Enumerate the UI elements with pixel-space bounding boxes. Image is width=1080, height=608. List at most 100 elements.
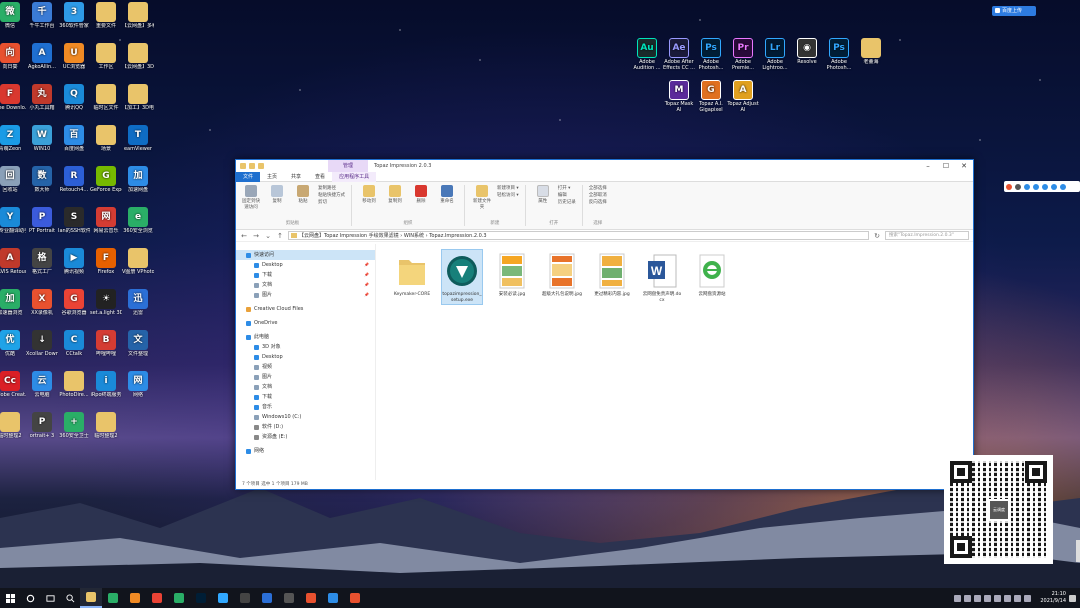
ime-toolbar[interactable] bbox=[1004, 181, 1080, 192]
desktop-icon[interactable]: Ps Adobe Photosh... bbox=[695, 38, 727, 71]
desktop-icon[interactable]: 丸小丸工具箱 bbox=[26, 84, 58, 111]
desktop-icon[interactable]: 【云网盘】多种模式... bbox=[122, 2, 154, 29]
taskbar-app-button[interactable] bbox=[300, 588, 322, 608]
desktop-icon[interactable]: 向向日葵 bbox=[0, 43, 26, 70]
desktop-icon[interactable]: Ps Adobe Photosh... bbox=[823, 38, 855, 71]
tab-application-tools[interactable]: 应用程序工具 bbox=[332, 171, 377, 182]
properties-button[interactable]: 属性 bbox=[532, 185, 554, 206]
tray-icon[interactable] bbox=[954, 594, 962, 602]
nav-item[interactable]: Creative Cloud Files bbox=[236, 304, 375, 314]
nav-item[interactable]: 网络 bbox=[236, 446, 375, 456]
address-bar[interactable]: 【云网盘】Topaz Impression 手绘效果滤镜 › WIN系统 › T… bbox=[288, 231, 869, 240]
nav-item[interactable]: 下载 bbox=[236, 392, 375, 402]
file-item[interactable]: 安装必读.jpg bbox=[492, 250, 532, 298]
desktop-icon[interactable]: TeamViewer bbox=[122, 125, 154, 152]
nav-item[interactable]: 图片 bbox=[236, 372, 375, 382]
open-button[interactable]: 打开 ▾ bbox=[558, 185, 576, 192]
desktop-icon[interactable]: FFree Downlo... bbox=[0, 84, 26, 111]
invert-selection-button[interactable]: 反向选择 bbox=[589, 199, 607, 206]
desktop-icon[interactable]: 重要文件 bbox=[90, 2, 122, 29]
minimize-button[interactable]: – bbox=[919, 160, 937, 172]
history-button[interactable]: 历史记录 bbox=[558, 199, 576, 206]
file-item[interactable]: 云网盘资源站 bbox=[692, 250, 732, 298]
manage-context-tab[interactable]: 管理 bbox=[328, 160, 368, 172]
desktop-icon[interactable]: 加加速网盘 bbox=[122, 166, 154, 193]
nav-item[interactable]: 3D 对象 bbox=[236, 342, 375, 352]
desktop-icon[interactable]: P PT Portrait bbox=[26, 207, 58, 234]
file-item[interactable]: 更过精彩内容.jpg bbox=[592, 250, 632, 298]
taskbar-app-button[interactable] bbox=[212, 588, 234, 608]
desktop-icon[interactable]: C CCtalk bbox=[58, 330, 90, 357]
nav-item[interactable]: 文档 bbox=[236, 382, 375, 392]
desktop-icon[interactable]: 网网易云音乐 bbox=[90, 207, 122, 234]
desktop-icon[interactable]: 云云电脑 bbox=[26, 371, 58, 398]
paste-shortcut-button[interactable]: 粘贴快捷方式 bbox=[318, 192, 345, 199]
desktop-icon[interactable]: 3 360软件管家 bbox=[58, 2, 90, 29]
desktop-icon[interactable]: M Topaz Mask AI bbox=[663, 80, 695, 113]
desktop-icon[interactable]: 数数大师 bbox=[26, 166, 58, 193]
desktop-icon[interactable]: 优优酷 bbox=[0, 330, 26, 357]
file-item[interactable]: topazimpression_setup.exe bbox=[441, 249, 483, 305]
copy-button[interactable]: 复制 bbox=[266, 185, 288, 210]
microphone-icon[interactable] bbox=[1033, 183, 1039, 190]
file-item[interactable]: W 云网盘免责声明.docx bbox=[642, 250, 682, 304]
nav-item[interactable]: 资源盘 (E:) bbox=[236, 432, 375, 442]
desktop-icon[interactable]: A Topaz Adjust AI bbox=[727, 80, 759, 113]
search-input[interactable]: 搜索"Topaz.Impression.2.0.3" bbox=[885, 231, 969, 240]
taskbar-app-button[interactable] bbox=[256, 588, 278, 608]
maximize-button[interactable]: ☐ bbox=[937, 160, 955, 172]
desktop-icon[interactable]: 千千牛工作台 bbox=[26, 2, 58, 29]
taskbar-app-button[interactable] bbox=[168, 588, 190, 608]
tab-share[interactable]: 共享 bbox=[284, 172, 308, 182]
rename-button[interactable]: 重命名 bbox=[436, 185, 458, 204]
desktop-icon[interactable]: W WIN10 bbox=[26, 125, 58, 152]
easy-access-button[interactable]: 轻松访问 ▾ bbox=[497, 192, 519, 199]
nav-item[interactable]: Windows10 (C:) bbox=[236, 412, 375, 422]
tray-icon[interactable] bbox=[964, 594, 972, 602]
file-explorer-window[interactable]: 管理 Topaz Impression 2.0.3 – ☐ ✕ 文件 主页 共享… bbox=[235, 159, 974, 490]
desktop-icon[interactable]: PhotoDire... bbox=[58, 371, 90, 398]
nav-item[interactable]: 快速访问 bbox=[236, 250, 375, 260]
desktop-icon[interactable]: 临时整理2 bbox=[0, 412, 26, 439]
notification-icon[interactable] bbox=[1069, 594, 1076, 602]
clock[interactable]: 21:10 2021/9/14 bbox=[1040, 591, 1066, 605]
paste-button[interactable]: 粘贴 bbox=[292, 185, 314, 210]
desktop-icon[interactable]: 临时整理2 bbox=[90, 412, 122, 439]
file-list[interactable]: Keymaker-CORE topazimpression_setup.exe 安装… bbox=[376, 244, 973, 480]
scroll-handle[interactable] bbox=[1076, 540, 1080, 562]
taskbar-app-button[interactable] bbox=[278, 588, 300, 608]
tab-home[interactable]: 主页 bbox=[260, 172, 284, 182]
pin-icon[interactable]: 📌 bbox=[364, 270, 369, 280]
desktop-icon[interactable]: Ae Adobe After Effects CC ... bbox=[663, 38, 695, 71]
desktop-icon[interactable]: 场景 bbox=[90, 125, 122, 152]
select-none-button[interactable]: 全部取消 bbox=[589, 192, 607, 199]
nav-item[interactable]: OneDrive bbox=[236, 318, 375, 328]
desktop-icon[interactable]: i iRpo终端服务 bbox=[90, 371, 122, 398]
start-button[interactable] bbox=[0, 588, 20, 608]
recent-locations-button[interactable]: ⌄ bbox=[264, 232, 272, 240]
nav-item[interactable]: 图片 📌 bbox=[236, 290, 375, 300]
search-button[interactable] bbox=[60, 588, 80, 608]
task-view-button[interactable] bbox=[40, 588, 60, 608]
file-item[interactable]: 超级大礼包说明.jpg bbox=[542, 250, 582, 298]
tray-icon[interactable] bbox=[1004, 594, 1012, 602]
ime-punct-icon[interactable] bbox=[1024, 183, 1030, 190]
refresh-button[interactable]: ↻ bbox=[873, 232, 881, 240]
new-item-button[interactable]: 新建项目 ▾ bbox=[497, 185, 519, 192]
tab-file[interactable]: 文件 bbox=[236, 171, 261, 182]
taskbar-app-button[interactable] bbox=[124, 588, 146, 608]
file-item[interactable]: Keymaker-CORE bbox=[392, 250, 432, 298]
desktop-icon[interactable]: X XX录像机 bbox=[26, 289, 58, 316]
taskbar-app-button[interactable] bbox=[102, 588, 124, 608]
taskbar-app-button[interactable] bbox=[146, 588, 168, 608]
tray-icon[interactable] bbox=[974, 594, 982, 602]
copy-path-button[interactable]: 复制路径 bbox=[318, 185, 345, 192]
ime-mode-icon[interactable] bbox=[1015, 183, 1021, 190]
delete-button[interactable]: 删除 bbox=[410, 185, 432, 204]
desktop-icon[interactable]: 【云网盘】3D电视... bbox=[122, 43, 154, 70]
desktop-icon[interactable]: V图册 VPhoto看图 bbox=[122, 248, 154, 275]
taskbar-app-button[interactable] bbox=[234, 588, 256, 608]
network-icon[interactable] bbox=[1014, 594, 1022, 602]
desktop-icon[interactable]: +360安全卫士 bbox=[58, 412, 90, 439]
nav-item[interactable]: 软件 (D:) bbox=[236, 422, 375, 432]
